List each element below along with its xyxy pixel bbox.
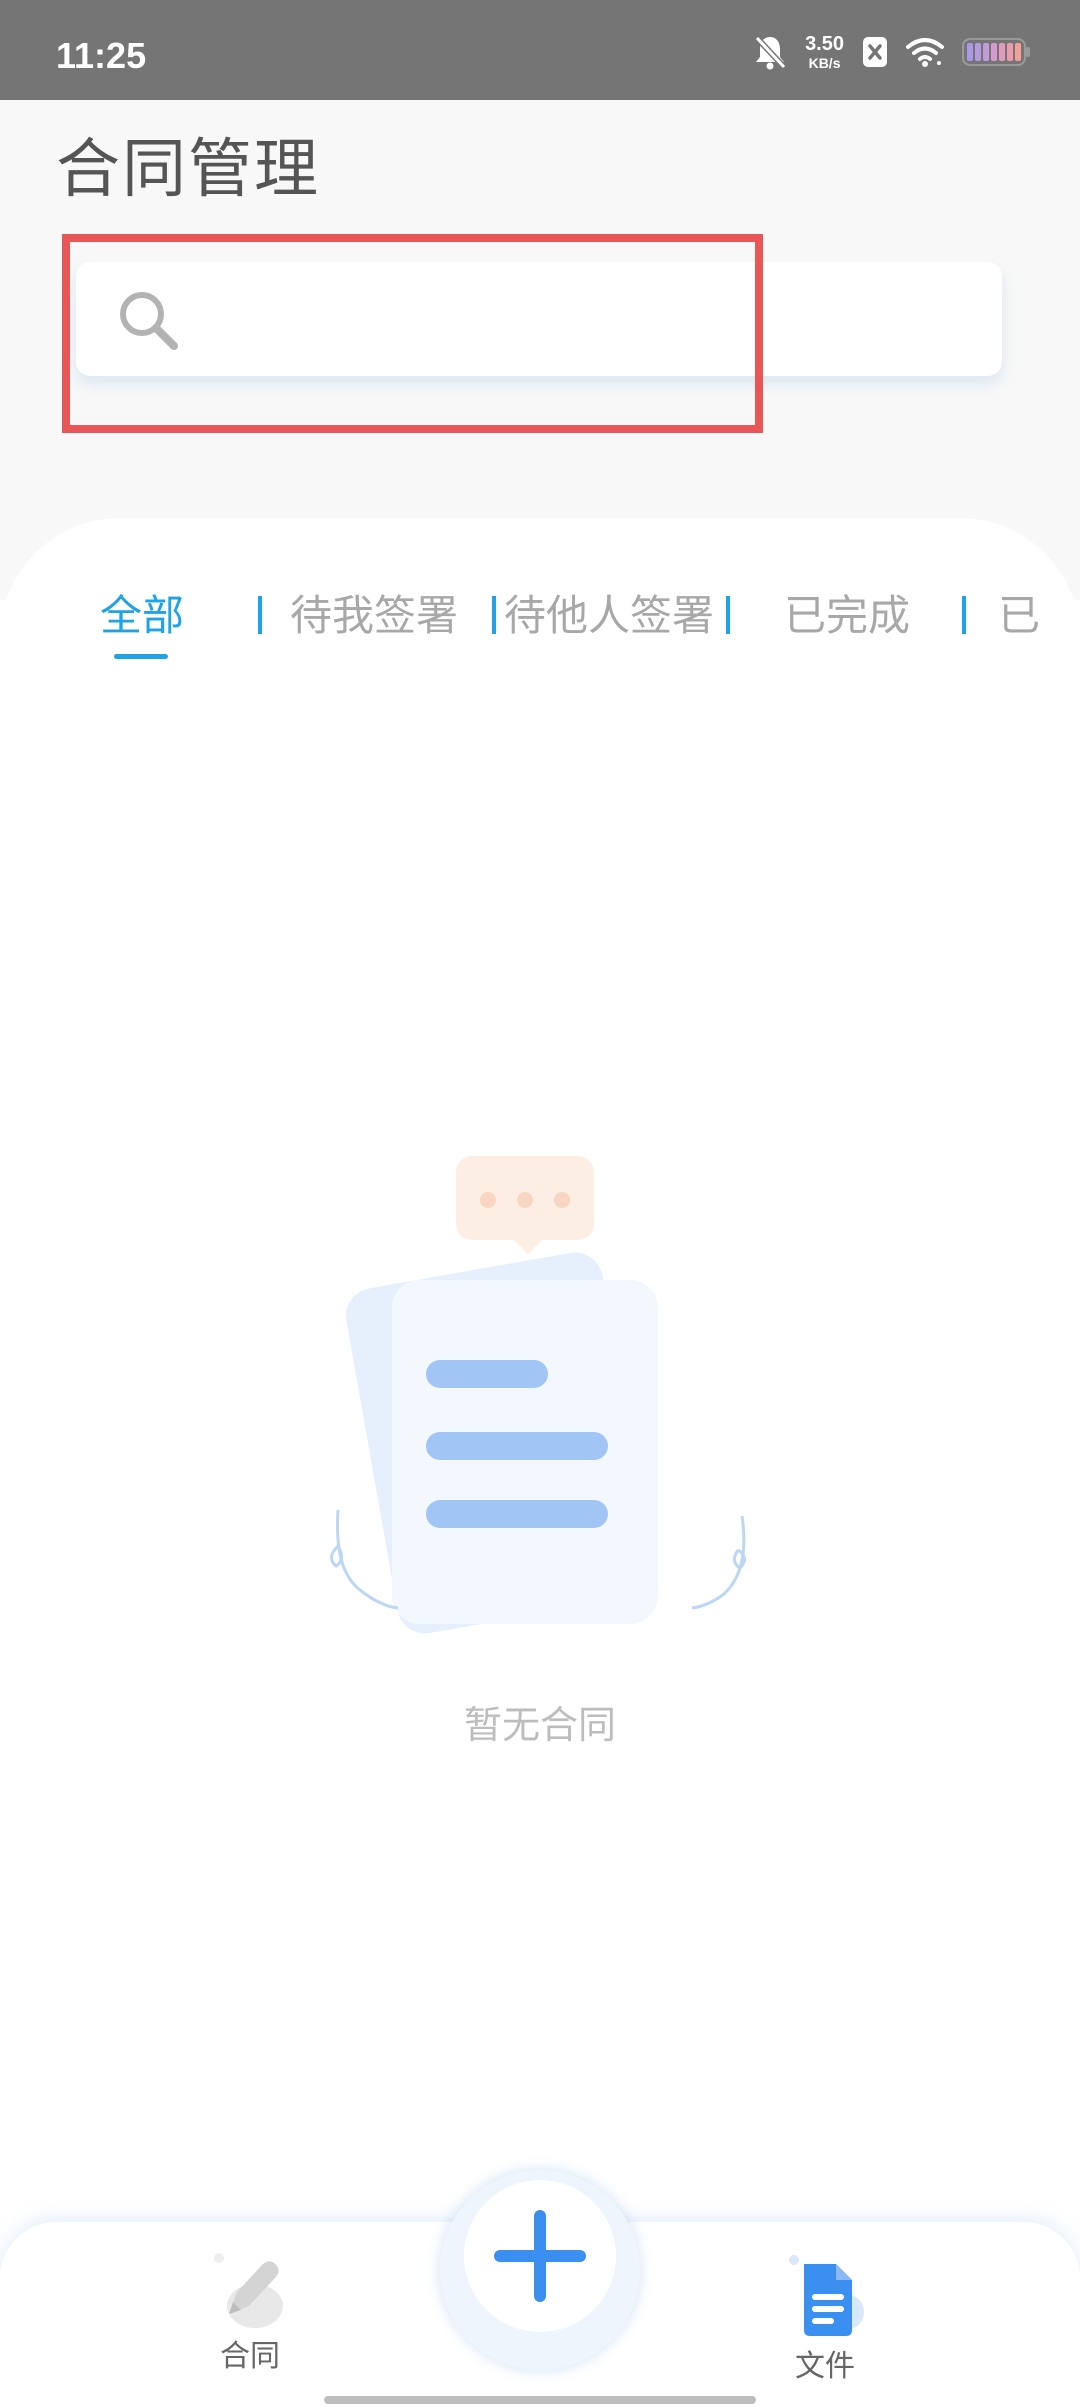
nav-file-label: 文件 xyxy=(795,2349,855,2384)
tab-pending-me[interactable]: 待我签署 xyxy=(290,586,458,646)
tab-bar: 全部 待我签署 待他人签署 已完成 已 xyxy=(0,586,1060,676)
screen: 11:25 3.50 KB/s 合同管理 全部 待我签署 待他人签署 已完成 已… xyxy=(0,0,1080,2408)
network-speed: 3.50 KB/s xyxy=(805,34,844,70)
active-tab-indicator xyxy=(114,654,168,659)
tab-completed[interactable]: 已完成 xyxy=(784,586,910,646)
tab-separator xyxy=(962,596,966,634)
home-indicator[interactable] xyxy=(324,2396,756,2404)
wifi-icon xyxy=(906,38,944,67)
tab-separator xyxy=(726,596,730,634)
add-button[interactable] xyxy=(464,2180,616,2332)
tab-pending-others[interactable]: 待他人签署 xyxy=(504,586,714,646)
plus-icon xyxy=(494,2210,586,2302)
empty-state-text: 暂无合同 xyxy=(463,1703,616,1747)
bell-muted-icon xyxy=(754,35,787,70)
tab-separator xyxy=(492,596,496,634)
network-speed-unit: KB/s xyxy=(808,55,841,71)
pen-signature-icon xyxy=(214,2253,283,2328)
nav-file[interactable]: 文件 xyxy=(775,2250,875,2382)
nav-contract-label: 合同 xyxy=(220,2339,280,2374)
tab-all[interactable]: 全部 xyxy=(100,586,184,646)
tab-more[interactable]: 已 xyxy=(998,586,1040,646)
status-bar: 11:25 3.50 KB/s xyxy=(0,0,1080,100)
network-speed-value: 3.50 xyxy=(805,33,844,55)
status-icons: 3.50 KB/s xyxy=(753,30,1032,74)
sim-disabled-icon xyxy=(863,37,887,67)
empty-document-illustration xyxy=(330,1156,746,1634)
search-highlight-annotation xyxy=(62,234,763,433)
status-time: 11:25 xyxy=(56,35,147,76)
nav-contract[interactable]: 合同 xyxy=(200,2250,300,2372)
document-icon xyxy=(789,2255,864,2336)
page-title: 合同管理 xyxy=(56,133,320,207)
tab-separator xyxy=(258,596,262,634)
battery-icon xyxy=(962,38,1030,66)
